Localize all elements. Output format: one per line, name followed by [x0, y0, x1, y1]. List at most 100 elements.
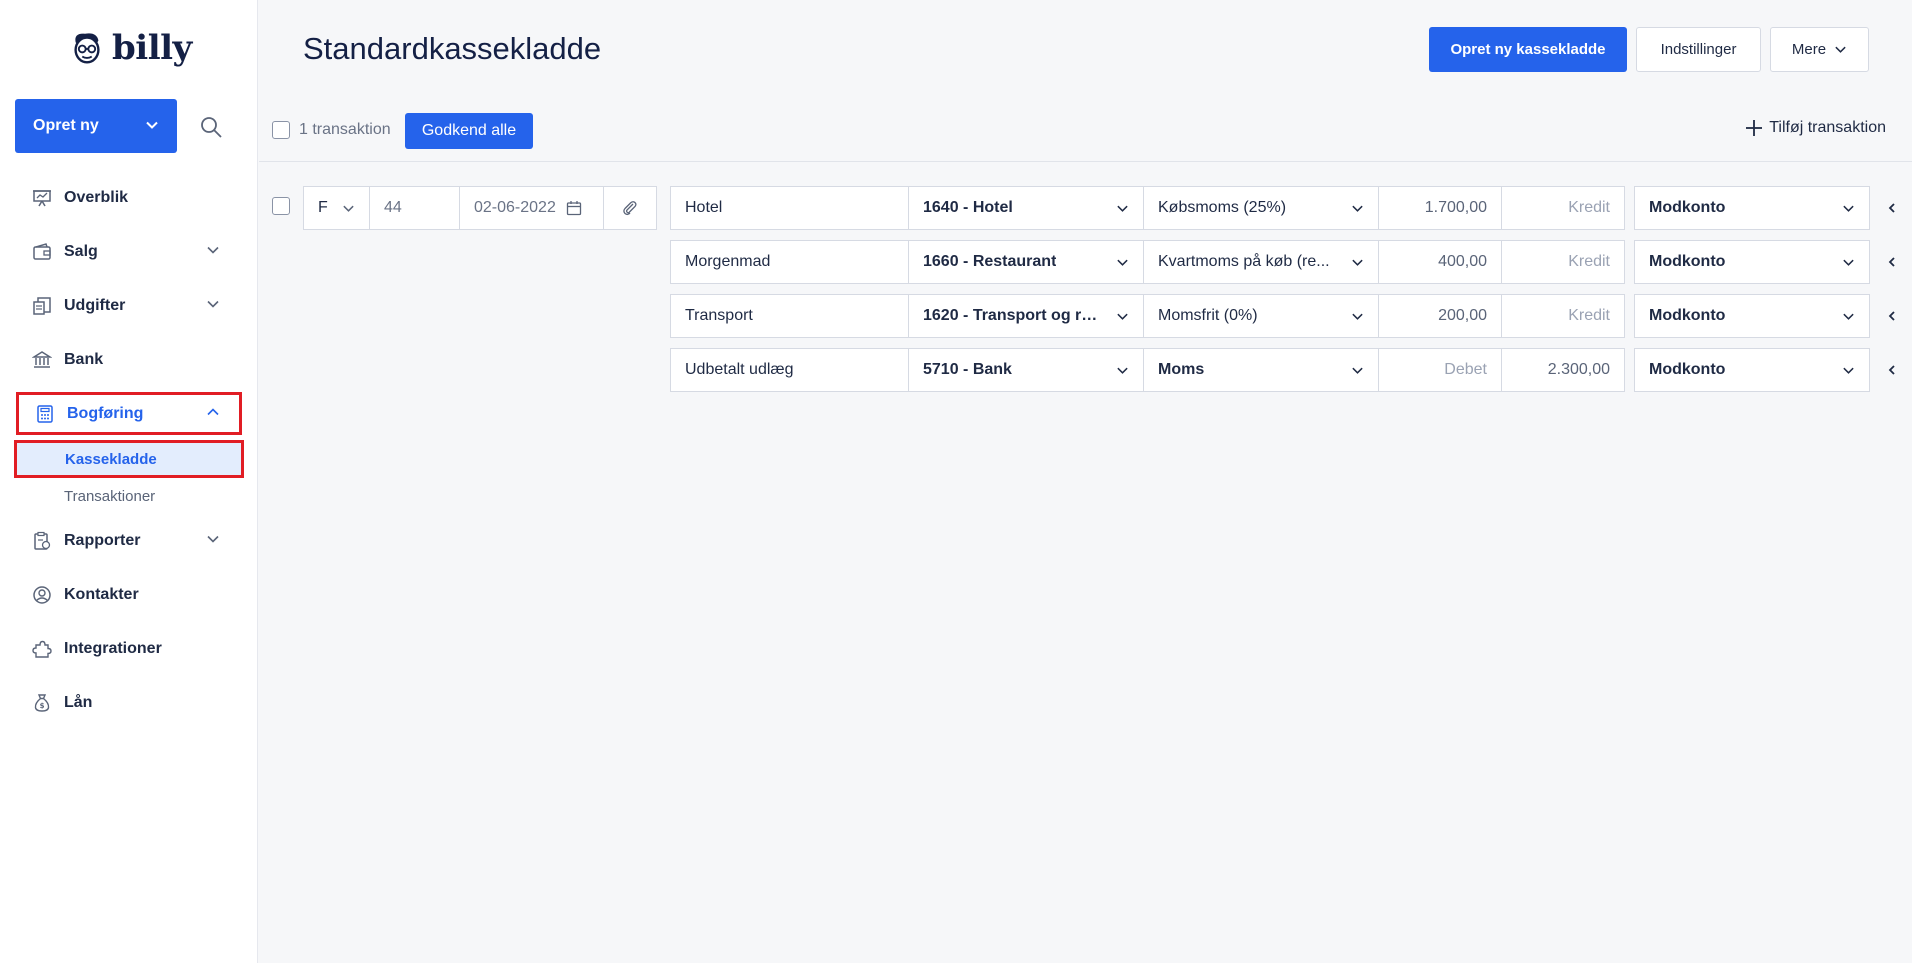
- presentation-icon: [32, 188, 52, 208]
- sidebar-item-salg[interactable]: Salg: [0, 225, 258, 279]
- plus-icon: [1746, 120, 1763, 136]
- sidebar: billy Opret ny Overblik Salg Udgifter Ba…: [0, 0, 258, 963]
- approve-all-button[interactable]: Godkend alle: [405, 113, 533, 149]
- debit-placeholder: Debet: [1444, 361, 1487, 378]
- page-title: Standardkassekladde: [303, 31, 602, 66]
- sidebar-item-kontakter[interactable]: Kontakter: [0, 568, 258, 622]
- sidebar-item-label: Integrationer: [64, 640, 162, 657]
- attachment-button[interactable]: [604, 187, 656, 229]
- create-new-label: Opret ny: [33, 117, 99, 134]
- debit-input[interactable]: 400,00: [1378, 240, 1502, 284]
- vat-value: Købsmoms (25%): [1158, 199, 1287, 216]
- credit-input[interactable]: Kredit: [1501, 240, 1625, 284]
- chevron-down-icon: [1352, 313, 1363, 320]
- svg-text:$: $: [40, 702, 45, 710]
- debit-input[interactable]: Debet: [1378, 348, 1502, 392]
- voucher-number-input[interactable]: 44: [370, 187, 460, 229]
- settings-button[interactable]: Indstillinger: [1636, 27, 1761, 72]
- calculator-icon: [35, 404, 55, 424]
- contra-account-select[interactable]: Modkonto: [1634, 240, 1870, 284]
- search-icon[interactable]: [198, 114, 226, 142]
- chevron-left-icon[interactable]: [1888, 203, 1896, 213]
- vat-select[interactable]: Moms: [1143, 348, 1379, 392]
- chevron-down-icon: [1843, 205, 1854, 212]
- calendar-icon[interactable]: [566, 200, 582, 216]
- create-new-button[interactable]: Opret ny: [15, 99, 177, 153]
- description-input[interactable]: Hotel: [670, 186, 909, 230]
- chevron-down-icon: [207, 300, 219, 308]
- type-value: F: [318, 199, 328, 216]
- sidebar-subitem-transaktioner[interactable]: Transaktioner: [0, 478, 258, 514]
- transaction-line: Transport 1620 - Transport og rejs... Mo…: [670, 294, 1870, 338]
- contra-account-select[interactable]: Modkonto: [1634, 294, 1870, 338]
- vat-value: Momsfrit (0%): [1158, 307, 1258, 324]
- date-value: 02-06-2022: [474, 199, 556, 216]
- contra-account-value: Modkonto: [1649, 199, 1726, 216]
- more-button[interactable]: Mere: [1770, 27, 1869, 72]
- add-transaction-button[interactable]: Tilføj transaktion: [1745, 119, 1886, 137]
- sidebar-subitem-label: Transaktioner: [64, 487, 156, 505]
- account-select[interactable]: 1660 - Restaurant: [908, 240, 1144, 284]
- report-icon: [32, 531, 52, 551]
- sidebar-item-rapporter[interactable]: Rapporter: [0, 514, 258, 568]
- chevron-down-icon: [146, 121, 158, 129]
- sidebar-item-lan[interactable]: $ Lån: [0, 676, 258, 730]
- logo-text: billy: [112, 28, 192, 68]
- create-cashbook-button[interactable]: Opret ny kassekladde: [1429, 27, 1627, 72]
- sidebar-item-integrationer[interactable]: Integrationer: [0, 622, 258, 676]
- debit-input[interactable]: 200,00: [1378, 294, 1502, 338]
- description-input[interactable]: Udbetalt udlæg: [670, 348, 909, 392]
- credit-placeholder: Kredit: [1568, 199, 1610, 216]
- sidebar-item-label: Bank: [64, 351, 104, 368]
- chevron-down-icon: [1843, 367, 1854, 374]
- credit-input[interactable]: Kredit: [1501, 294, 1625, 338]
- chevron-down-icon: [1352, 367, 1363, 374]
- sidebar-item-bank[interactable]: Bank: [0, 333, 258, 387]
- logo[interactable]: billy: [68, 28, 192, 68]
- type-select[interactable]: F: [304, 187, 370, 229]
- account-value: 5710 - Bank: [923, 361, 1012, 378]
- vat-select[interactable]: Købsmoms (25%): [1143, 186, 1379, 230]
- debit-value: 1.700,00: [1424, 199, 1487, 216]
- select-all-checkbox[interactable]: [272, 121, 290, 139]
- sidebar-item-label: Rapporter: [64, 532, 141, 549]
- chevron-down-icon: [207, 535, 219, 543]
- vat-value: Moms: [1158, 361, 1205, 378]
- chevron-left-icon[interactable]: [1888, 365, 1896, 375]
- sidebar-item-bogforing[interactable]: Bogføring: [16, 392, 242, 435]
- add-transaction-label: Tilføj transaktion: [1769, 119, 1886, 136]
- chevron-down-icon: [1117, 313, 1128, 320]
- description-input[interactable]: Transport: [670, 294, 909, 338]
- chevron-down-icon: [1843, 259, 1854, 266]
- description-value: Udbetalt udlæg: [685, 361, 794, 378]
- sidebar-subitem-label: Kassekladde: [65, 450, 157, 468]
- credit-input[interactable]: Kredit: [1501, 186, 1625, 230]
- chevron-down-icon: [207, 246, 219, 254]
- sidebar-subitem-kassekladde[interactable]: Kassekladde: [14, 440, 244, 478]
- chevron-up-icon: [207, 408, 219, 416]
- chevron-down-icon: [1117, 205, 1128, 212]
- debit-input[interactable]: 1.700,00: [1378, 186, 1502, 230]
- transaction-checkbox[interactable]: [272, 197, 290, 215]
- billy-face-icon: [74, 33, 100, 64]
- sidebar-item-overblik[interactable]: Overblik: [0, 171, 258, 225]
- sidebar-nav: Overblik Salg Udgifter Bank Bogføring Ka…: [0, 171, 258, 730]
- sidebar-item-label: Salg: [64, 243, 98, 260]
- vat-select[interactable]: Kvartmoms på køb (re...: [1143, 240, 1379, 284]
- sidebar-item-label: Udgifter: [64, 297, 126, 314]
- contra-account-select[interactable]: Modkonto: [1634, 186, 1870, 230]
- credit-input[interactable]: 2.300,00: [1501, 348, 1625, 392]
- sidebar-item-udgifter[interactable]: Udgifter: [0, 279, 258, 333]
- chevron-down-icon: [343, 205, 354, 212]
- description-input[interactable]: Morgenmad: [670, 240, 909, 284]
- vat-select[interactable]: Momsfrit (0%): [1143, 294, 1379, 338]
- credit-placeholder: Kredit: [1568, 253, 1610, 270]
- chevron-left-icon[interactable]: [1888, 311, 1896, 321]
- account-select[interactable]: 1640 - Hotel: [908, 186, 1144, 230]
- account-select[interactable]: 5710 - Bank: [908, 348, 1144, 392]
- transaction-line: Udbetalt udlæg 5710 - Bank Moms Debet 2.…: [670, 348, 1870, 392]
- chevron-left-icon[interactable]: [1888, 257, 1896, 267]
- date-input[interactable]: 02-06-2022: [460, 187, 604, 229]
- account-select[interactable]: 1620 - Transport og rejs...: [908, 294, 1144, 338]
- contra-account-select[interactable]: Modkonto: [1634, 348, 1870, 392]
